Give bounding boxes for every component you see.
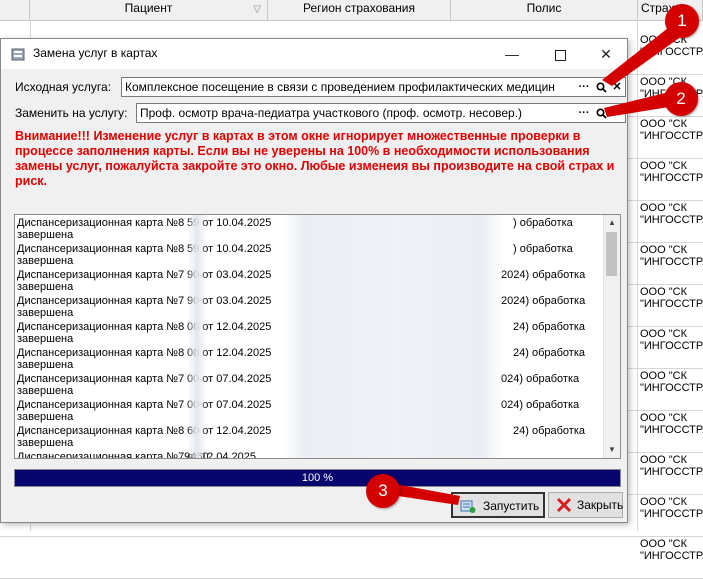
annotation-arrow-2 [604,93,669,117]
insurer-cell: ООО "СК "ИНГОССТРА [640,538,703,562]
callout-1: 1 [665,4,699,38]
annotation-overlay [395,28,682,505]
annotation-arrow-3 [395,484,460,505]
table-row[interactable]: ООО "СК "ИНГОССТРА [0,536,703,579]
annotation-arrow-1 [602,28,682,86]
callout-2: 2 [664,82,698,116]
callout-3: 3 [366,474,400,508]
